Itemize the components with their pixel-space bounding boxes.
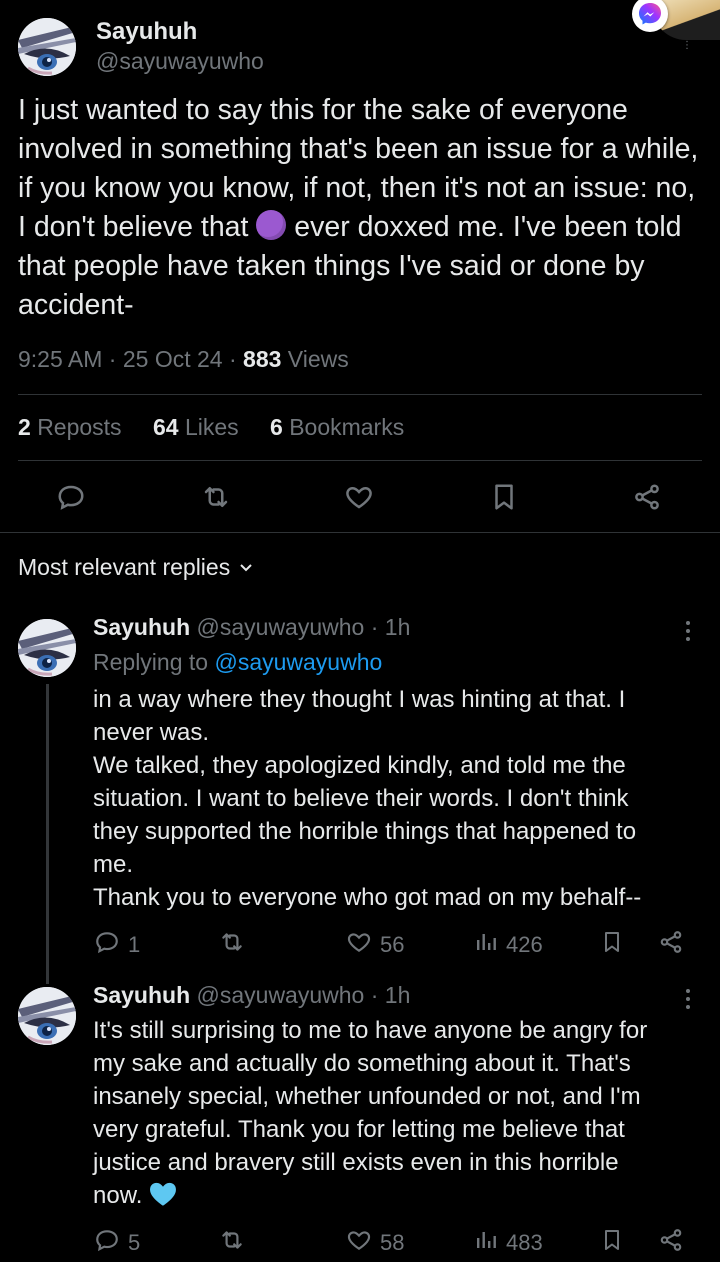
author-display-name[interactable]: Sayuhuh: [96, 18, 197, 46]
divider: [18, 460, 702, 461]
views-label: Views: [287, 346, 349, 372]
reply-line: situation. I want to believe their words…: [93, 785, 629, 812]
author-handle[interactable]: @sayuwayuwho: [96, 48, 264, 75]
meta-separator: ·: [228, 346, 237, 372]
reply-line-last: now.: [93, 1179, 703, 1216]
share-icon[interactable]: [658, 929, 684, 960]
reposts-stat[interactable]: 2 Reposts: [18, 414, 122, 441]
views-button[interactable]: 483: [474, 1227, 543, 1259]
reply-line: Thank you to everyone who got mad on my …: [93, 884, 642, 911]
bookmarks-stat[interactable]: 6 Bookmarks: [270, 414, 404, 441]
like-icon[interactable]: [344, 482, 374, 512]
reply-line: It's still surprising to me to have anyo…: [93, 1017, 648, 1044]
tweet-meta: 9:25 AM · 25 Oct 24 · 883 Views: [18, 346, 349, 373]
reply-line: very grateful. Thank you for letting me …: [93, 1116, 625, 1143]
views-button[interactable]: 426: [474, 929, 543, 961]
meta-separator: ·: [370, 614, 379, 640]
reposts-count: 2: [18, 414, 31, 440]
reply-icon: [94, 929, 120, 961]
like-icon: [346, 1227, 372, 1259]
bookmarks-label: Bookmarks: [289, 414, 405, 440]
tweet-text: I just wanted to say this for the sake o…: [18, 91, 708, 325]
reply-count: 5: [128, 1230, 141, 1255]
reply-count: 1: [128, 932, 141, 957]
view-count: 426: [506, 932, 543, 957]
replying-to: Replying to @sayuwayuwho: [93, 649, 382, 676]
purple-circle-emoji-icon: [256, 210, 287, 240]
reply-handle[interactable]: @sayuwayuwho: [197, 982, 365, 1008]
reposts-label: Reposts: [37, 414, 122, 440]
replies-sort-dropdown[interactable]: Most relevant replies: [18, 554, 254, 581]
tweet-date[interactable]: 25 Oct 24: [123, 346, 223, 372]
replying-to-label: Replying to: [93, 649, 209, 675]
reply-line: never was.: [93, 719, 210, 746]
thread-line: [46, 684, 49, 984]
reply-icon[interactable]: [56, 482, 86, 512]
more-options-icon[interactable]: [684, 620, 692, 647]
view-count: 483: [506, 1230, 543, 1255]
reply-header: Sayuhuh @sayuwayuwho · 1h: [93, 982, 410, 1009]
messenger-icon: [632, 0, 668, 32]
reply-line: in a way where they thought I was hintin…: [93, 686, 626, 713]
reply-button[interactable]: 1: [94, 929, 140, 961]
like-count: 58: [380, 1230, 405, 1255]
reply-author-avatar[interactable]: [18, 619, 76, 677]
replies-sort-label: Most relevant replies: [18, 554, 231, 580]
bookmarks-count: 6: [270, 414, 283, 440]
repost-button[interactable]: [218, 929, 254, 961]
reply-handle[interactable]: @sayuwayuwho: [197, 614, 365, 640]
bookmark-icon[interactable]: [600, 1227, 624, 1258]
light-blue-heart-emoji-icon: [149, 1181, 177, 1216]
like-count: 56: [380, 932, 405, 957]
messenger-chat-head[interactable]: [630, 0, 720, 46]
meta-separator: ·: [108, 346, 117, 372]
reply-display-name[interactable]: Sayuhuh: [93, 614, 190, 640]
reply-line: they supported the horrible things that …: [93, 818, 637, 845]
reply-icon: [94, 1227, 120, 1259]
reply-line: my sake and actually do something about …: [93, 1050, 631, 1077]
like-icon: [346, 929, 372, 961]
reply-line: We talked, they apologized kindly, and t…: [93, 752, 626, 779]
repost-button[interactable]: [218, 1227, 254, 1259]
like-button[interactable]: 56: [346, 929, 404, 961]
bookmark-icon[interactable]: [489, 482, 519, 512]
likes-label: Likes: [184, 414, 239, 440]
chevron-down-icon: [238, 554, 254, 581]
reply-text: in a way where they thought I was hintin…: [93, 683, 703, 914]
author-avatar[interactable]: [18, 18, 76, 76]
reply-line: justice and bravery still exists even in…: [93, 1149, 619, 1176]
repost-icon: [218, 929, 246, 961]
reply-line: insanely special, whether unfounded or n…: [93, 1083, 641, 1110]
share-icon[interactable]: [632, 482, 662, 512]
share-icon[interactable]: [658, 1227, 684, 1258]
views-icon: [474, 929, 498, 961]
divider: [18, 394, 702, 395]
reply-time[interactable]: 1h: [385, 614, 411, 640]
reply-author-avatar[interactable]: [18, 987, 76, 1045]
more-options-icon[interactable]: [684, 988, 692, 1015]
reply-header: Sayuhuh @sayuwayuwho · 1h: [93, 614, 410, 641]
repost-icon[interactable]: [200, 482, 232, 512]
replying-to-handle[interactable]: @sayuwayuwho: [214, 649, 382, 675]
like-button[interactable]: 58: [346, 1227, 404, 1259]
likes-stat[interactable]: 64 Likes: [153, 414, 239, 441]
tweet-time[interactable]: 9:25 AM: [18, 346, 102, 372]
bookmark-icon[interactable]: [600, 929, 624, 960]
repost-icon: [218, 1227, 246, 1259]
reply-line: me.: [93, 851, 134, 878]
likes-count: 64: [153, 414, 179, 440]
reply-text: It's still surprising to me to have anyo…: [93, 1014, 703, 1216]
reply-line: now.: [93, 1182, 143, 1209]
divider: [0, 532, 720, 533]
meta-separator: ·: [370, 982, 379, 1008]
reply-time[interactable]: 1h: [385, 982, 411, 1008]
more-options-icon[interactable]: ⋮: [682, 40, 692, 51]
views-count: 883: [243, 346, 282, 372]
reply-button[interactable]: 5: [94, 1227, 140, 1259]
reply-display-name[interactable]: Sayuhuh: [93, 982, 190, 1008]
views-icon: [474, 1227, 498, 1259]
